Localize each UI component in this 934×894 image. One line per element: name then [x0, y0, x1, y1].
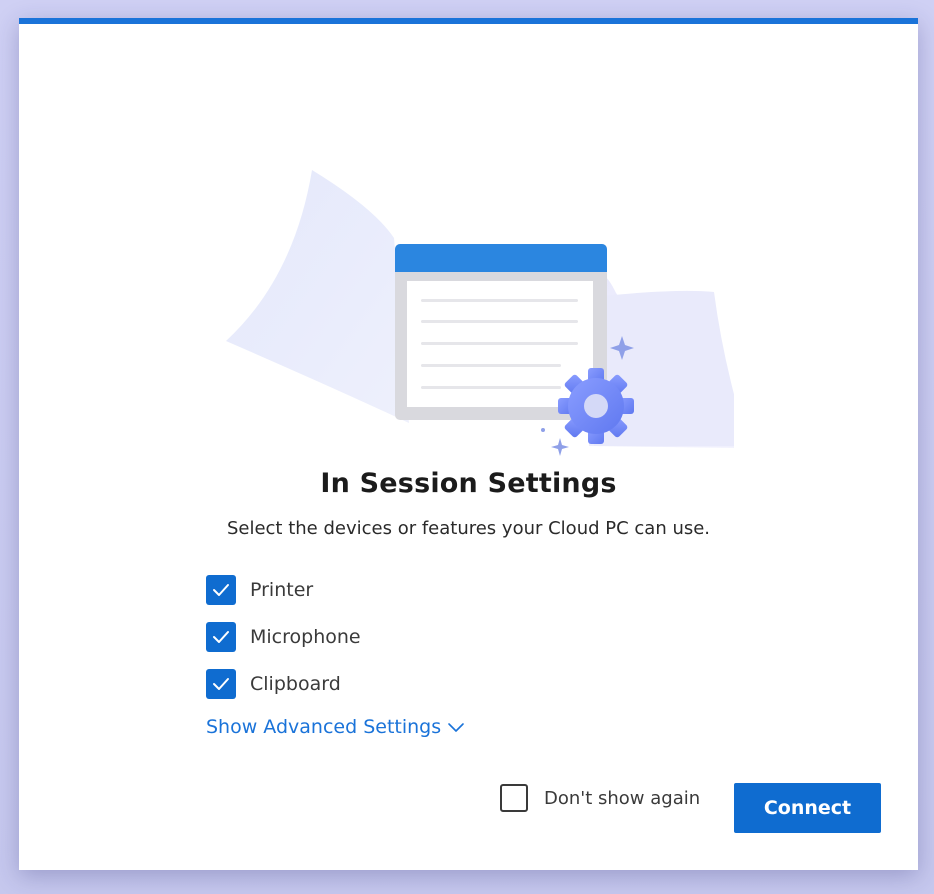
printer-checkbox[interactable] [206, 575, 236, 605]
dialog-subtitle: Select the devices or features your Clou… [226, 518, 711, 539]
dont-show-again-checkbox[interactable] [500, 784, 528, 812]
chevron-down-icon [448, 722, 464, 732]
clipboard-checkbox[interactable] [206, 669, 236, 699]
dialog-title: In Session Settings [320, 468, 617, 499]
in-session-settings-dialog: In Session Settings Select the devices o… [19, 18, 918, 870]
microphone-label: Microphone [250, 626, 361, 648]
checkmark-icon [213, 678, 229, 690]
accent-bar [19, 18, 918, 24]
checkmark-icon [213, 584, 229, 596]
microphone-checkbox[interactable] [206, 622, 236, 652]
option-printer[interactable]: Printer [206, 574, 361, 606]
connect-button[interactable]: Connect [734, 783, 881, 833]
device-options-list: Printer Microphone Clipboard [206, 574, 361, 715]
settings-illustration [204, 168, 749, 468]
advanced-settings-label: Show Advanced Settings [206, 716, 442, 738]
checkmark-icon [213, 631, 229, 643]
option-microphone[interactable]: Microphone [206, 621, 361, 653]
dont-show-again-option[interactable]: Don't show again [500, 784, 700, 812]
printer-label: Printer [250, 579, 314, 601]
gear-icon [558, 368, 634, 444]
dont-show-again-label: Don't show again [544, 787, 701, 809]
option-clipboard[interactable]: Clipboard [206, 668, 361, 700]
show-advanced-settings-link[interactable]: Show Advanced Settings [206, 716, 465, 738]
paper-shape-left [226, 170, 409, 423]
clipboard-label: Clipboard [250, 673, 341, 695]
